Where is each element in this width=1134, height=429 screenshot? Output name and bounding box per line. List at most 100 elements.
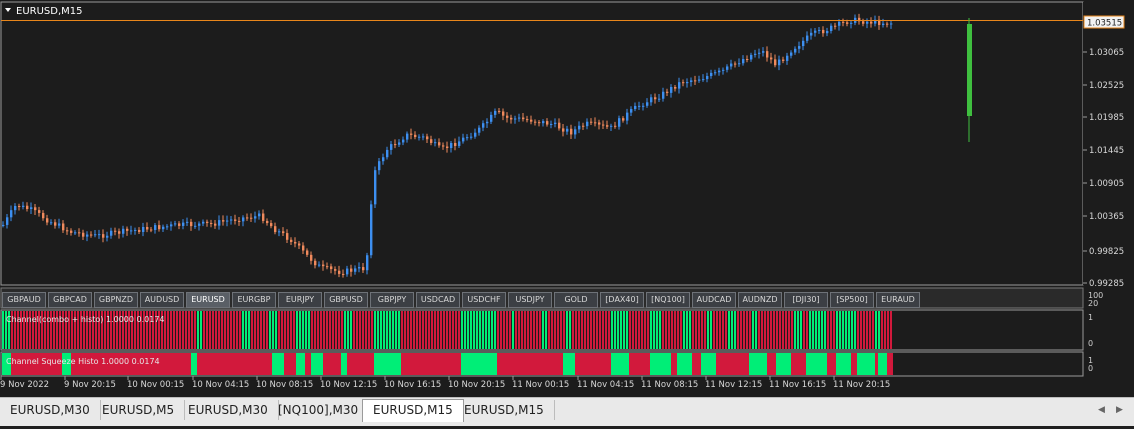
indicator2-bar	[293, 353, 296, 375]
indicator2-bar	[326, 353, 329, 375]
tab-3[interactable]: [NQ100],M30	[268, 400, 370, 420]
indicator2-bar	[179, 353, 182, 375]
indicator1-bar	[623, 311, 625, 349]
arrow-left-icon[interactable]: ◀	[1098, 405, 1105, 415]
indicator1-bar	[344, 311, 346, 349]
symbol-button-audusd[interactable]: AUDUSD	[140, 292, 184, 308]
tab-5[interactable]: EURUSD,M15	[454, 400, 555, 420]
candle-body	[346, 268, 349, 275]
candle-body	[646, 102, 649, 106]
indicator1-bar	[542, 311, 544, 349]
indicator1-bar	[857, 311, 859, 349]
symbol-button-audnzd[interactable]: AUDNZD	[738, 292, 782, 308]
symbol-button-gbpnzd[interactable]: GBPNZD	[94, 292, 138, 308]
indicator2-bar	[458, 353, 461, 375]
tab-2[interactable]: EURUSD,M30	[178, 400, 279, 420]
tab-0[interactable]: EURUSD,M30	[0, 400, 101, 420]
symbol-button-gbpjpy[interactable]: GBPJPY	[370, 292, 414, 308]
symbol-button-gbpusd[interactable]: GBPUSD	[324, 292, 368, 308]
indicator1-bar	[695, 311, 697, 349]
symbol-button-gold[interactable]: GOLD	[554, 292, 598, 308]
indicator2-bar	[302, 353, 305, 375]
indicator1-bar	[746, 311, 748, 349]
indicator1-bar	[314, 311, 316, 349]
indicator2-bar	[515, 353, 518, 375]
indicator2-bar	[806, 353, 809, 375]
symbol-button-gbpaud[interactable]: GBPAUD	[2, 292, 46, 308]
indicator1-bar	[416, 311, 418, 349]
chart-area[interactable]: EURUSD,M15 1.03065 1.02525 1.01985 1.01445 1…	[0, 0, 1134, 425]
indicator2-bar	[251, 353, 254, 375]
symbol-button-gbpcad[interactable]: GBPCAD	[48, 292, 92, 308]
symbol-button-nq100[interactable]: [NQ100]	[646, 292, 690, 308]
indicator1-bar	[233, 311, 235, 349]
candle-body	[226, 220, 229, 222]
indicator2-bar	[653, 353, 656, 375]
candle-body	[482, 123, 485, 128]
symbol-button-eurusd[interactable]: EURUSD	[186, 292, 230, 308]
candle-body	[182, 222, 185, 226]
candle-body	[606, 125, 609, 127]
symbol-button-euraud[interactable]: EURAUD	[876, 292, 920, 308]
time-tick-label: 10 Nov 16:15	[384, 380, 441, 390]
indicator1-bar	[872, 311, 874, 349]
candle-body	[582, 125, 585, 127]
candle-body	[630, 109, 633, 113]
indicator2-bar	[773, 353, 776, 375]
symbol-button-eurjpy[interactable]: EURJPY	[278, 292, 322, 308]
tab-4[interactable]: EURUSD,M15	[362, 399, 464, 422]
candle-body	[106, 235, 109, 238]
indicator1-bar	[395, 311, 397, 349]
candle-body	[770, 57, 773, 60]
symbol-button-eurgbp[interactable]: EURGBP	[232, 292, 276, 308]
candle-body	[110, 230, 113, 236]
indicator2-bar	[803, 353, 806, 375]
candle-body	[10, 210, 13, 218]
price-tick-label: 1.01985	[1089, 113, 1124, 123]
indicator2-bar	[278, 353, 281, 375]
tab-bar: EURUSD,M30 EURUSD,M5 EURUSD,M30 [NQ100],M30…	[0, 397, 1134, 426]
candle-body	[486, 121, 489, 124]
indicator1-bar	[752, 311, 754, 349]
indicator1-bar	[668, 311, 670, 349]
candle-body	[570, 128, 573, 135]
indicator2-bar	[407, 353, 410, 375]
indicator2-bar	[851, 353, 854, 375]
indicator1-bar	[566, 311, 568, 349]
candle-body	[162, 226, 165, 230]
indicator2-bar	[308, 353, 311, 375]
symbol-button-dji30[interactable]: [DJI30]	[784, 292, 828, 308]
candle-body	[642, 105, 645, 107]
symbol-button-sp500[interactable]: [SP500]	[830, 292, 874, 308]
indicator1-bar	[551, 311, 553, 349]
candle-body	[710, 72, 713, 77]
scale-label-bottom: 20	[1088, 299, 1098, 308]
candle-body	[674, 86, 677, 89]
candle-body	[322, 264, 325, 267]
chart-svg[interactable]: EURUSD,M15 1.03065 1.02525 1.01985 1.01445 1…	[0, 0, 1134, 425]
indicator1-bar	[467, 311, 469, 349]
indicator2-bar	[608, 353, 611, 375]
symbol-button-usdjpy[interactable]: USDJPY	[508, 292, 552, 308]
arrow-right-icon[interactable]: ▶	[1116, 405, 1123, 415]
symbol-button-audcad[interactable]: AUDCAD	[692, 292, 736, 308]
indicator2-bar	[200, 353, 203, 375]
indicator2-bar	[827, 353, 830, 375]
indicator2-bar	[272, 353, 275, 375]
tab-1[interactable]: EURUSD,M5	[92, 400, 186, 420]
indicator2-bar	[650, 353, 653, 375]
symbol-button-usdcad[interactable]: USDCAD	[416, 292, 460, 308]
candle-body	[734, 63, 737, 65]
symbol-button-dax40[interactable]: [DAX40]	[600, 292, 644, 308]
indicator2-bar	[830, 353, 833, 375]
indicator1-bar	[884, 311, 886, 349]
candle-body	[334, 269, 337, 271]
indicator2-bar	[371, 353, 374, 375]
candle-body	[814, 30, 817, 33]
indicator2-bar	[770, 353, 773, 375]
indicator2-bar	[500, 353, 503, 375]
indicator2-bar	[794, 353, 797, 375]
candle-body	[654, 97, 657, 100]
symbol-button-usdchf[interactable]: USDCHF	[462, 292, 506, 308]
indicator1-bar	[425, 311, 427, 349]
